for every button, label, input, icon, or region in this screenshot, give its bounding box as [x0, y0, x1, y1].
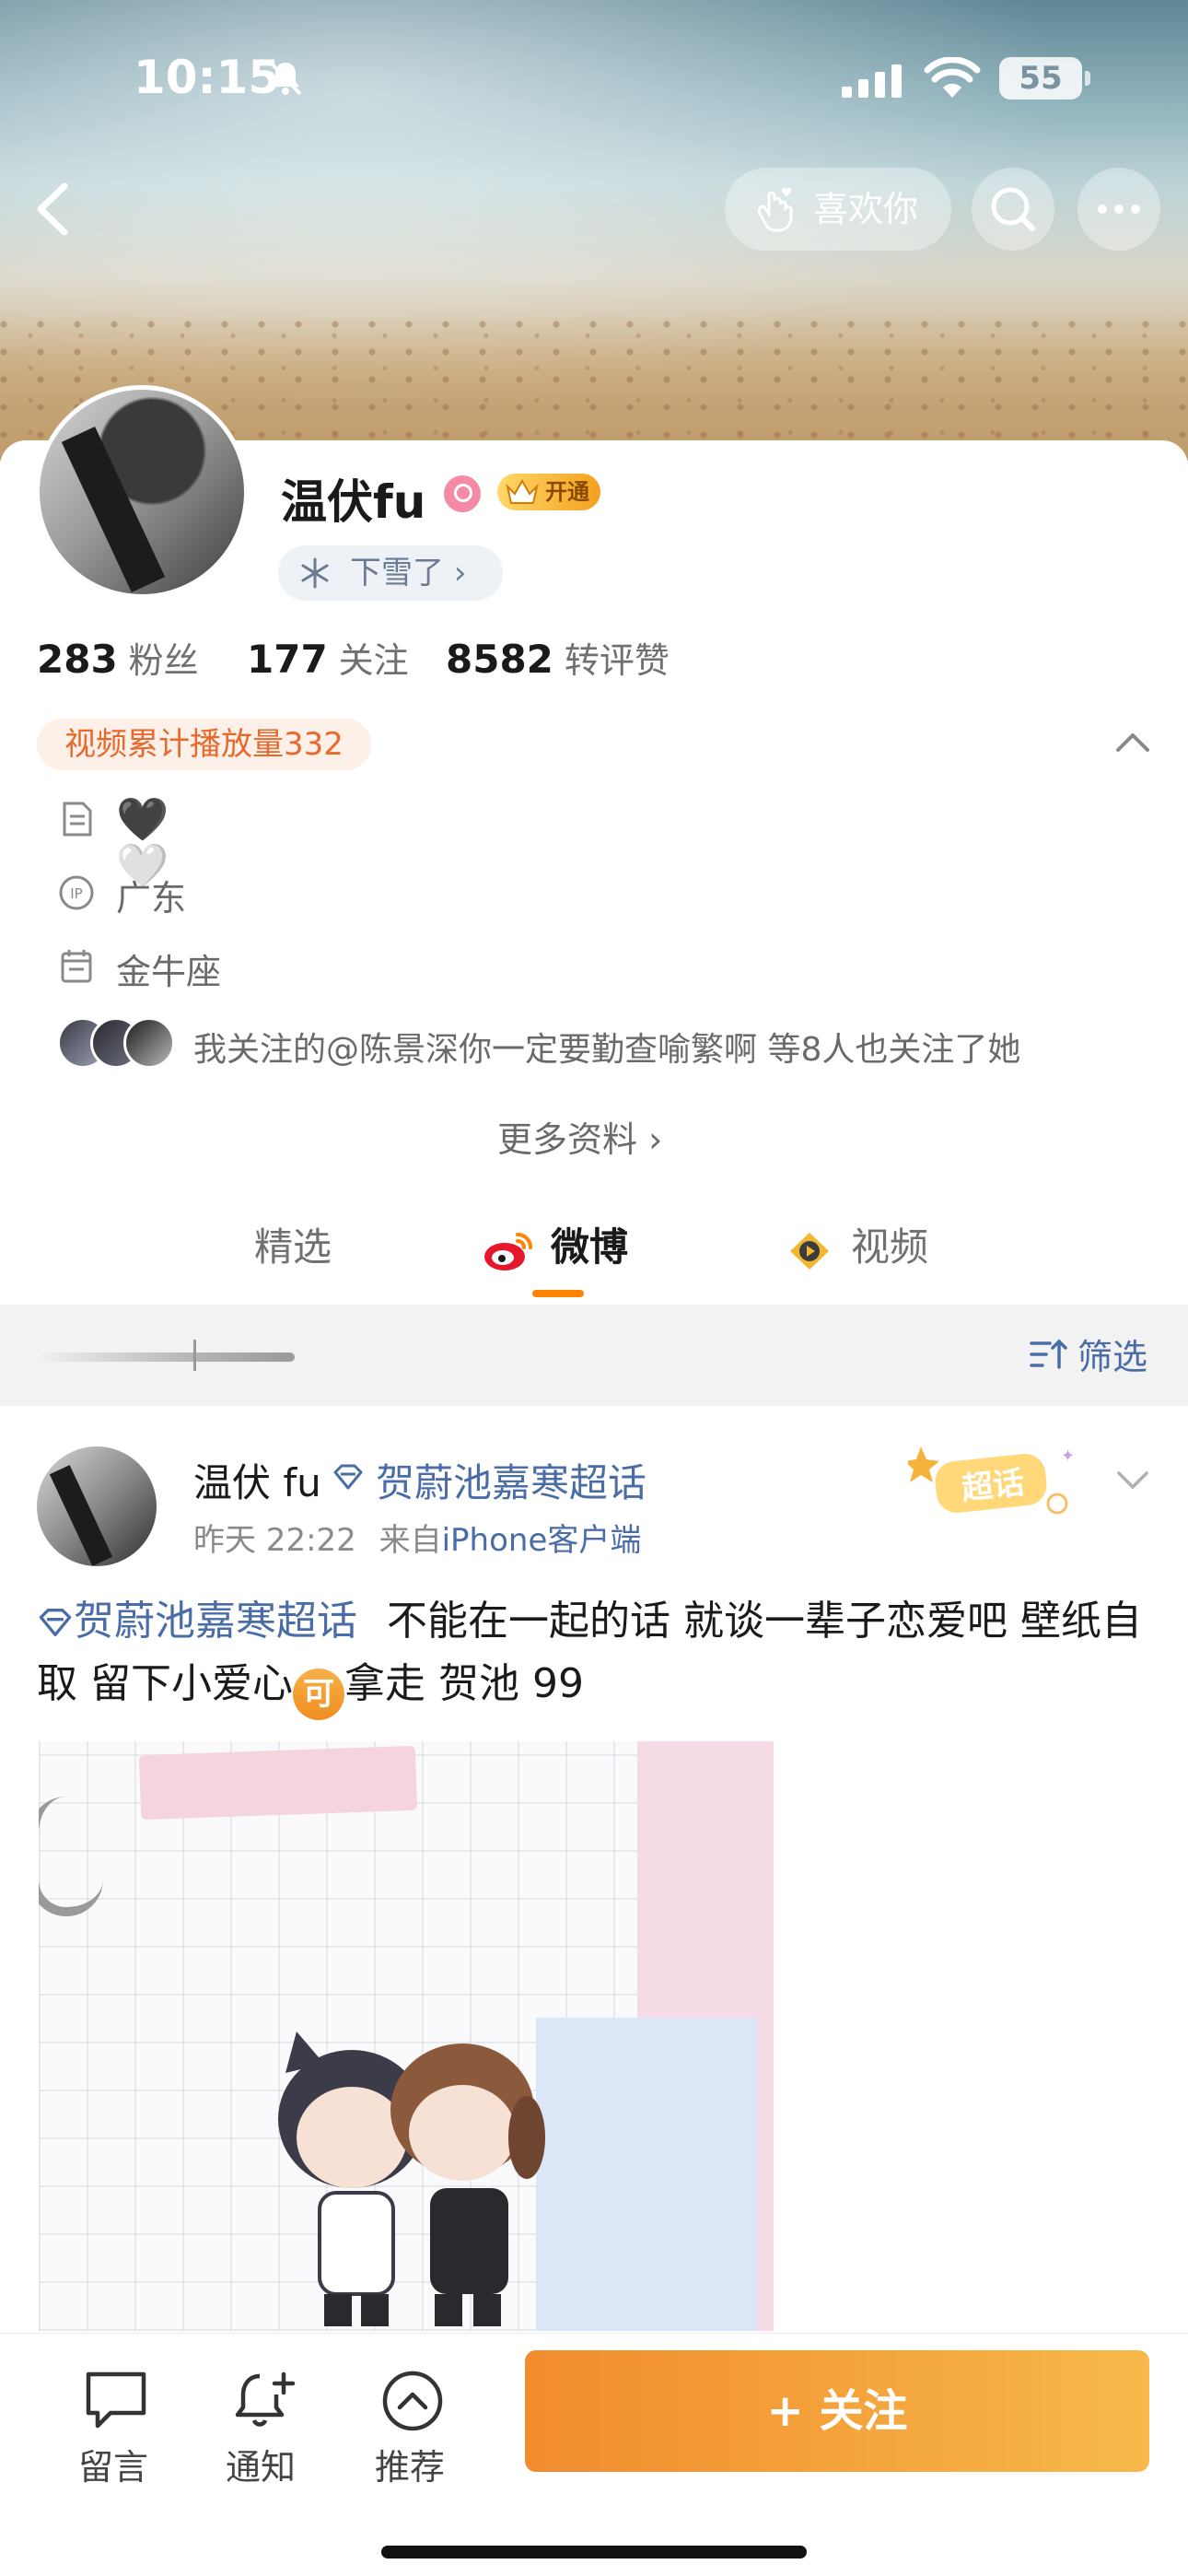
video-views-chip: 视频累计播放量332 [37, 719, 371, 770]
recommend-button[interactable]: 推荐 [359, 2352, 460, 2490]
status-bar: 10:15 55 [0, 0, 1188, 157]
mutual-avatar [123, 1017, 175, 1069]
search-icon [991, 187, 1035, 231]
circle-chevron-up-icon [382, 2371, 443, 2431]
status-time: 10:15 [134, 51, 281, 104]
chevron-up-icon[interactable] [1112, 728, 1153, 755]
image-pink-tape [138, 1745, 418, 1821]
chevron-right-icon: › [453, 555, 467, 591]
bottom-action-bar: 留言 通知 推荐 + 关注 [0, 2333, 1188, 2576]
post-content: 贺蔚池嘉寒超话 不能在一起的话 就谈一辈子恋爱吧 壁纸自取 留下小爱心可拿走 贺… [37, 1590, 1160, 1720]
post-source-client[interactable]: iPhone客户端 [442, 1522, 642, 1559]
user-status-chip[interactable]: 下雪了 › [278, 545, 503, 601]
stat-likes-label: 转评赞 [564, 640, 670, 681]
wifi-icon [924, 57, 981, 98]
tab-featured[interactable]: 精选 [254, 1216, 332, 1272]
mutual-follower-avatars[interactable] [57, 1017, 186, 1072]
home-indicator [381, 2546, 807, 2558]
post-content-text-end: 拿走 贺池 99 [344, 1660, 584, 1707]
black-heart-icon: 🖤 [116, 794, 169, 844]
stat-following-label: 关注 [338, 640, 409, 681]
user-status-text: 下雪了 [350, 555, 444, 591]
post-image[interactable] [39, 1741, 774, 2331]
filter-sort-icon [1030, 1339, 1067, 1369]
bell-off-icon [269, 61, 302, 96]
vip-open-badge[interactable]: 开通 [497, 474, 600, 510]
stat-fans-label: 粉丝 [128, 640, 199, 681]
like-you-label: 喜欢你 [813, 189, 919, 229]
filter-button[interactable]: 筛选 [1028, 1329, 1147, 1379]
signal-icon [842, 64, 902, 98]
post-content-topic[interactable]: 贺蔚池嘉寒超话 [37, 1598, 357, 1645]
stat-likes[interactable]: 8582 转评赞 [446, 632, 670, 683]
stat-fans-value: 283 [37, 637, 118, 682]
battery-tip [1085, 71, 1090, 86]
stat-following-value: 177 [247, 637, 328, 682]
like-you-button[interactable]: 喜欢你 [725, 168, 951, 251]
comment-button[interactable]: 留言 [63, 2352, 164, 2490]
blurred-search-bar [37, 1352, 295, 1362]
ke-emoji-icon: 可 [293, 1669, 344, 1720]
calendar-icon [61, 950, 92, 983]
weibo-logo-icon [484, 1233, 532, 1270]
stat-likes-value: 8582 [446, 637, 553, 682]
recommend-label: 推荐 [374, 2447, 445, 2488]
bell-plus-icon [235, 2371, 296, 2427]
crown-icon [506, 478, 539, 504]
zodiac-text: 金牛座 [116, 952, 222, 992]
back-icon[interactable] [26, 177, 81, 241]
more-info-link[interactable]: 更多资料 › [497, 1111, 662, 1162]
sticker-text: 超话 [960, 1464, 1026, 1507]
post-options-chevron-icon[interactable] [1114, 1469, 1151, 1493]
post-source-prefix: 来自 [379, 1522, 442, 1559]
more-button[interactable] [1077, 168, 1160, 251]
image-paperclip [39, 1797, 103, 1916]
finger-heart-icon [757, 187, 793, 232]
female-gender-icon [444, 475, 481, 512]
profile-tabs: 精选 微博 视频 [0, 1194, 1188, 1305]
more-icon [1098, 205, 1140, 214]
supertopic-diamond-icon [333, 1464, 363, 1490]
filter-bar: 筛选 [0, 1305, 1188, 1406]
notify-button[interactable]: 通知 [210, 2352, 311, 2490]
follow-button[interactable]: + 关注 [525, 2350, 1149, 2472]
blurred-cursor [193, 1340, 196, 1371]
ip-location-icon: IP [59, 875, 94, 910]
svg-text:✦: ✦ [1061, 1446, 1074, 1466]
post-meta: 昨天 22:22 来自iPhone客户端 [193, 1515, 641, 1560]
supertopic-sticker: 超话 ✦ [904, 1439, 1075, 1522]
tab-video[interactable]: 视频 [851, 1216, 928, 1272]
supertopic-diamond-icon [39, 1608, 72, 1636]
svg-text:IP: IP [70, 885, 82, 902]
avatar-detail [49, 1465, 113, 1566]
sticker-art: 超话 ✦ [904, 1446, 1075, 1515]
vip-open-label: 开通 [545, 479, 589, 505]
mutual-followers-text[interactable]: 我关注的@陈景深你一定要勤查喻繁啊 等8人也关注了她 [193, 1023, 1020, 1071]
snowflake-icon [301, 557, 329, 589]
image-chibi-characters [278, 2032, 545, 2326]
comment-label: 留言 [77, 2447, 148, 2488]
active-tab-indicator [532, 1290, 584, 1297]
ip-location-text: 广东 [116, 878, 187, 919]
post-author-avatar[interactable] [37, 1446, 157, 1566]
post-time: 昨天 22:22 [193, 1522, 356, 1559]
filter-label: 筛选 [1077, 1337, 1148, 1377]
stat-fans[interactable]: 283 粉丝 [37, 632, 199, 683]
post-author-name[interactable]: 温伏 fu [193, 1452, 321, 1508]
tab-weibo[interactable]: 微博 [551, 1216, 628, 1272]
search-button[interactable] [972, 168, 1054, 251]
video-tab-icon [790, 1233, 829, 1270]
document-icon [63, 802, 92, 837]
weibo-post: 温伏 fu 贺蔚池嘉寒超话 昨天 22:22 来自iPhone客户端 超话 ✦ … [0, 1406, 1188, 2336]
avatar-detail [61, 426, 166, 593]
profile-username: 温伏fu [281, 475, 426, 529]
profile-avatar[interactable] [35, 385, 249, 599]
notify-label: 通知 [225, 2447, 296, 2488]
post-supertopic-link[interactable]: 贺蔚池嘉寒超话 [376, 1452, 646, 1508]
message-bubble-icon [86, 2371, 146, 2429]
stat-following[interactable]: 177 关注 [247, 632, 409, 683]
post-content-topic-label: 贺蔚池嘉寒超话 [74, 1598, 357, 1645]
battery-indicator: 55 [999, 57, 1082, 100]
